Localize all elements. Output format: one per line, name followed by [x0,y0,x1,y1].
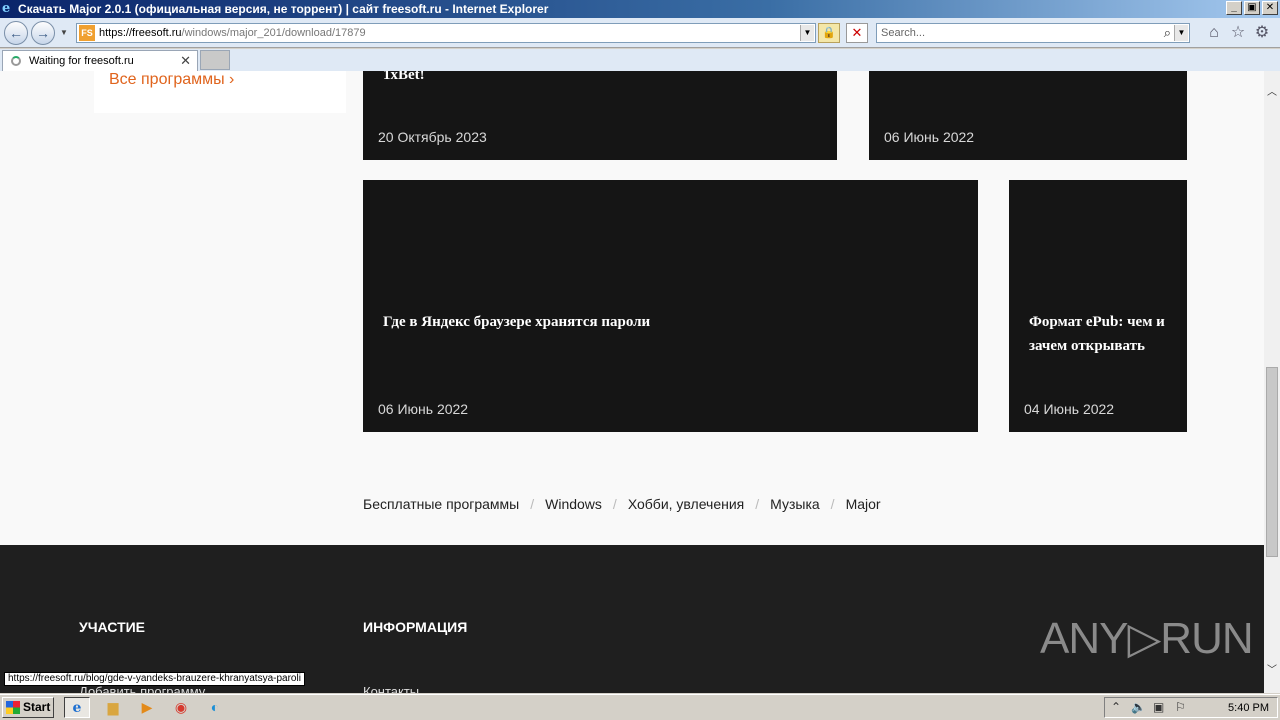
anyrun-watermark: ANY▷RUN [1040,607,1254,669]
close-icon: ✕ [851,25,863,40]
taskbar-edge-icon[interactable]: ◐ [202,697,228,718]
windows-flag-icon [6,701,20,714]
back-button[interactable]: ← [4,21,28,45]
stop-button[interactable]: ✕ [846,23,868,43]
article-date: 06 Июнь 2022 [884,129,975,145]
history-dropdown-button[interactable]: ▼ [60,28,68,37]
article-title: 1xBet! [383,71,425,83]
internet-explorer-icon: e [2,1,11,16]
site-footer: УЧАСТИЕ Добавить программу ИНФОРМАЦИЯ Ко… [0,545,1264,693]
lock-icon: 🔒 [822,27,836,39]
favorites-star-icon[interactable]: ☆ [1229,24,1247,42]
page-viewport: Все программы › 1xBet! 20 Октябрь 2023 0… [0,71,1264,693]
taskbar-folder-icon[interactable]: ▆ [100,697,126,718]
site-favicon: FS [79,25,95,41]
taskbar-chrome-icon[interactable]: ◉ [168,697,194,718]
article-card[interactable]: Где в Яндекс браузере хранятся пароли 06… [363,180,978,432]
breadcrumb-item[interactable]: Бесплатные программы [363,496,519,512]
breadcrumb-item[interactable]: Major [846,496,881,512]
article-card[interactable]: Формат ePub: чем и зачем открывать 04 Ию… [1009,180,1187,432]
article-card[interactable]: 06 Июнь 2022 [869,71,1187,160]
article-date: 04 Июнь 2022 [1024,401,1115,417]
tab-label: Waiting for freesoft.ru [29,55,134,67]
article-title: Формат ePub: чем и зачем открывать [1029,314,1165,354]
page-scrollbar[interactable]: ︿ ﹀ [1264,71,1280,693]
forward-arrow-icon: → [36,25,50,41]
address-url[interactable]: https://freesoft.ru/windows/major_201/do… [99,27,366,39]
system-tray: ⌃ 🔈 ▣ ⚐ 5:40 PM [1104,697,1278,718]
breadcrumb-item[interactable]: Windows [545,496,602,512]
status-url-tooltip: https://freesoft.ru/blog/gde-v-yandeks-b… [4,672,305,686]
footer-heading-information: ИНФОРМАЦИЯ [363,619,468,635]
address-bar[interactable]: FS https://freesoft.ru/windows/major_201… [76,23,816,43]
taskbar-media-player-icon[interactable]: ▶ [134,697,160,718]
address-dropdown-button[interactable]: ▼ [800,25,814,41]
url-host: https://freesoft.ru [99,27,182,39]
gear-icon[interactable]: ⚙ [1253,24,1271,42]
scroll-up-icon[interactable]: ︿ [1264,85,1280,101]
search-box[interactable]: Search... ⌕ ▼ [876,23,1190,43]
minimize-button[interactable]: _ [1226,1,1242,15]
search-dropdown-button[interactable]: ▼ [1174,25,1188,41]
action-center-flag-icon[interactable]: ⚐ [1175,700,1186,714]
volume-icon[interactable]: 🔈 [1131,700,1146,714]
scroll-thumb[interactable] [1266,367,1278,557]
home-icon[interactable]: ⌂ [1205,24,1223,42]
tab-freesoft[interactable]: Waiting for freesoft.ru ✕ [2,50,198,71]
network-icon[interactable]: ▣ [1153,700,1164,714]
restore-button[interactable]: ▣ [1244,1,1260,15]
breadcrumb: Бесплатные программы / Windows / Хобби, … [363,496,881,512]
breadcrumb-item[interactable]: Хобби, увлечения [628,496,744,512]
new-tab-button[interactable] [200,50,230,70]
window-titlebar: e Скачать Major 2.0.1 (официальная верси… [0,0,1280,18]
security-lock-button[interactable]: 🔒 [818,23,840,43]
loading-spinner-icon [11,56,21,66]
forward-button[interactable]: → [31,21,55,45]
breadcrumb-separator: / [830,496,835,512]
tab-close-icon[interactable]: ✕ [180,53,191,69]
back-arrow-icon: ← [9,25,23,41]
breadcrumb-item[interactable]: Музыка [770,496,820,512]
all-programs-link[interactable]: Все программы › [109,71,234,89]
search-input[interactable]: Search... [881,27,925,39]
scroll-down-icon[interactable]: ﹀ [1264,663,1280,679]
window-title: Скачать Major 2.0.1 (официальная версия,… [18,2,549,16]
windows-taskbar: Start e ▆ ▶ ◉ ◐ ⌃ 🔈 ▣ ⚐ 5:40 PM [0,694,1280,720]
watermark-text: ANY▷RUN [1040,614,1254,663]
footer-heading-participation: УЧАСТИЕ [79,619,146,635]
taskbar-clock[interactable]: 5:40 PM [1228,702,1269,714]
breadcrumb-separator: / [755,496,760,512]
window-controls: _ ▣ ✕ [1226,1,1278,15]
footer-link-contacts[interactable]: Контакты [363,684,419,693]
article-date: 20 Октябрь 2023 [378,129,487,145]
tab-strip: Waiting for freesoft.ru ✕ [0,49,1280,71]
start-button[interactable]: Start [2,697,54,718]
navigation-bar: ← → ▼ FS https://freesoft.ru/windows/maj… [0,18,1280,48]
tray-expand-icon[interactable]: ⌃ [1111,700,1121,714]
start-label: Start [23,700,51,714]
article-title: Где в Яндекс браузере хранятся пароли [383,314,651,330]
breadcrumb-separator: / [530,496,535,512]
breadcrumb-separator: / [612,496,617,512]
search-icon[interactable]: ⌕ [1164,25,1171,41]
article-date: 06 Июнь 2022 [378,401,469,417]
url-path: /windows/major_201/download/17879 [181,27,366,39]
close-window-button[interactable]: ✕ [1262,1,1278,15]
taskbar-internet-explorer-icon[interactable]: e [64,697,90,718]
article-card[interactable]: 1xBet! 20 Октябрь 2023 [363,71,837,160]
